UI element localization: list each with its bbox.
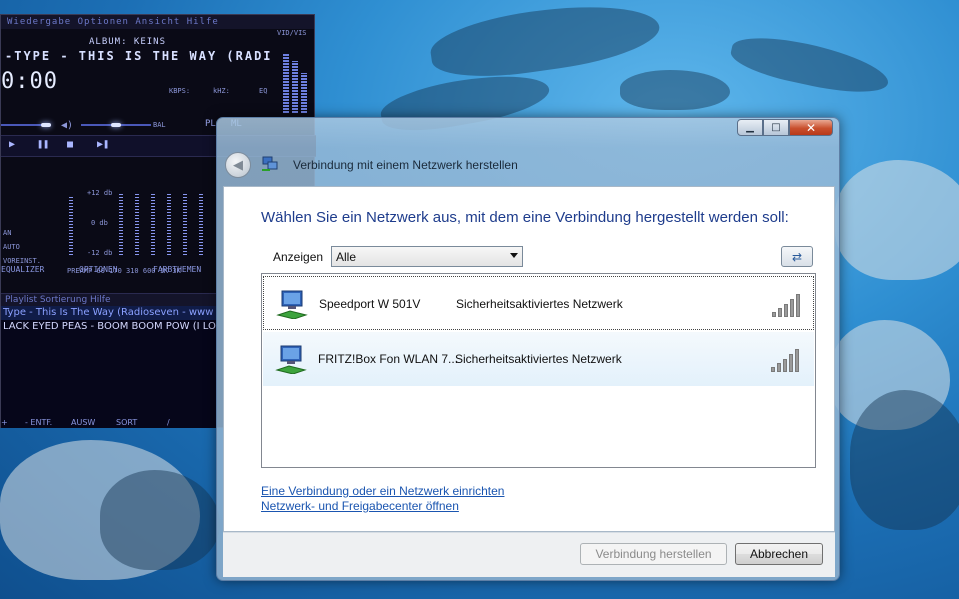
- background-fish: [727, 28, 893, 102]
- network-security: Sicherheitsaktiviertes Netzwerk: [456, 297, 623, 311]
- minimize-icon: ▁: [746, 122, 754, 133]
- dialog-footer: Verbindung herstellen Abbrechen: [223, 532, 835, 577]
- player-menu-bar[interactable]: Wiedergabe Optionen Ansicht Hilfe: [1, 15, 314, 29]
- back-arrow-icon: ◀: [233, 157, 243, 173]
- playlist-menu[interactable]: Playlist Sortierung Hilfe: [1, 294, 216, 306]
- kbps-label: KBPS:: [169, 87, 191, 95]
- album-label: ALBUM: KEINS: [89, 37, 167, 47]
- main-instruction: Wählen Sie ein Netzwerk aus, mit dem ein…: [261, 209, 789, 226]
- network-security: Sicherheitsaktiviertes Netzwerk: [455, 352, 622, 366]
- vidvis-label: VID/VIS: [277, 29, 307, 37]
- eq-presets-label[interactable]: VOREINST.: [3, 257, 41, 265]
- signal-strength-icon: [771, 348, 803, 372]
- network-center-link[interactable]: Netzwerk- und Freigabecenter öffnen: [261, 499, 459, 513]
- playlist-misc[interactable]: /: [167, 418, 170, 427]
- eq-on-label[interactable]: AN: [3, 229, 11, 237]
- back-button[interactable]: ◀: [225, 152, 251, 178]
- eq-toggle[interactable]: EQ: [259, 87, 267, 95]
- next-icon[interactable]: ▶❚: [97, 139, 109, 150]
- eq-db-top: +12 db: [87, 189, 113, 197]
- wireless-network-icon: [276, 290, 308, 319]
- dialog-content: Wählen Sie ein Netzwerk aus, mit dem ein…: [223, 186, 835, 532]
- connect-button[interactable]: Verbindung herstellen: [580, 543, 727, 565]
- cancel-button[interactable]: Abbrechen: [735, 543, 823, 565]
- network-name: FRITZ!Box Fon WLAN 7...: [318, 352, 459, 366]
- play-icon[interactable]: ▶: [9, 139, 15, 150]
- eq-db-bottom: -12 db: [87, 249, 113, 257]
- equalizer: +12 db 0 db -12 db AN AUTO VOREINST. PRE…: [1, 175, 216, 275]
- network-icon: [262, 156, 278, 171]
- khz-label: kHZ:: [213, 87, 230, 95]
- background-fish: [426, 0, 664, 86]
- network-filter-dropdown[interactable]: Alle: [331, 246, 523, 267]
- network-row-speedport[interactable]: Speedport W 501V Sicherheitsaktiviertes …: [263, 276, 814, 330]
- playlist-panel: Playlist Sortierung Hilfe Type - This Is…: [1, 293, 216, 428]
- refresh-button[interactable]: ⇄: [781, 246, 813, 267]
- pause-icon[interactable]: ❚❚: [37, 139, 49, 150]
- filter-value: Alle: [336, 250, 357, 264]
- volume-knob[interactable]: [111, 123, 121, 127]
- chevron-down-icon: [510, 253, 518, 258]
- tab-options[interactable]: OPTIONEN: [79, 265, 118, 274]
- signal-strength-icon: [772, 293, 804, 317]
- refresh-icon: ⇄: [791, 249, 803, 264]
- playlist-toggle[interactable]: PL: [205, 119, 216, 129]
- vu-meter: VID/VIS: [277, 29, 311, 113]
- playlist-add[interactable]: +: [1, 418, 8, 427]
- filter-label: Anzeigen: [273, 250, 324, 264]
- volume-icon: ◀): [61, 120, 74, 131]
- playlist-sort[interactable]: SORT: [116, 418, 137, 427]
- setup-connection-link[interactable]: Eine Verbindung oder ein Netzwerk einric…: [261, 484, 504, 498]
- background-fish: [620, 70, 730, 110]
- network-row-fritzbox[interactable]: FRITZ!Box Fon WLAN 7... Sicherheitsaktiv…: [263, 332, 814, 386]
- background-fish: [850, 390, 959, 530]
- seek-knob[interactable]: [41, 123, 51, 127]
- tab-equalizer[interactable]: EQUALIZER: [1, 265, 44, 274]
- close-icon: ✕: [805, 120, 817, 135]
- wireless-network-icon: [275, 345, 307, 374]
- balance-label: BAL: [153, 121, 166, 129]
- network-list[interactable]: Speedport W 501V Sicherheitsaktiviertes …: [261, 273, 816, 468]
- window-caption-buttons: ▁ □ ✕: [737, 119, 833, 137]
- tab-color-themes[interactable]: FARBTHEMEN: [153, 265, 201, 274]
- maximize-icon: □: [771, 122, 781, 133]
- eq-db-mid: 0 db: [91, 219, 108, 227]
- time-display: 0:00: [1, 69, 58, 94]
- playlist-select[interactable]: AUSW: [71, 418, 95, 427]
- playlist-remove[interactable]: - ENTF.: [25, 418, 52, 427]
- close-button[interactable]: ✕: [789, 119, 833, 136]
- maximize-button[interactable]: □: [763, 119, 789, 136]
- minimize-button[interactable]: ▁: [737, 119, 763, 136]
- track-title: -TYPE - THIS IS THE WAY (RADI: [5, 49, 273, 63]
- network-name: Speedport W 501V: [319, 297, 421, 311]
- dialog-title: Verbindung mit einem Netzwerk herstellen: [293, 158, 518, 172]
- stop-icon[interactable]: ■: [67, 139, 73, 150]
- eq-auto-label[interactable]: AUTO: [3, 243, 20, 251]
- playlist-row[interactable]: LACK EYED PEAS - BOOM BOOM POW (I LO: [1, 320, 216, 334]
- background-fish: [835, 160, 959, 280]
- background-fish: [100, 470, 220, 570]
- connect-network-dialog: ▁ □ ✕ ◀ Verbindung mit einem Netzwerk he…: [216, 117, 840, 581]
- playlist-row[interactable]: Type - This Is The Way (Radioseven - www: [1, 306, 216, 320]
- player-display: ALBUM: KEINS -TYPE - THIS IS THE WAY (RA…: [1, 29, 273, 131]
- dialog-header: ◀ Verbindung mit einem Netzwerk herstell…: [223, 146, 833, 184]
